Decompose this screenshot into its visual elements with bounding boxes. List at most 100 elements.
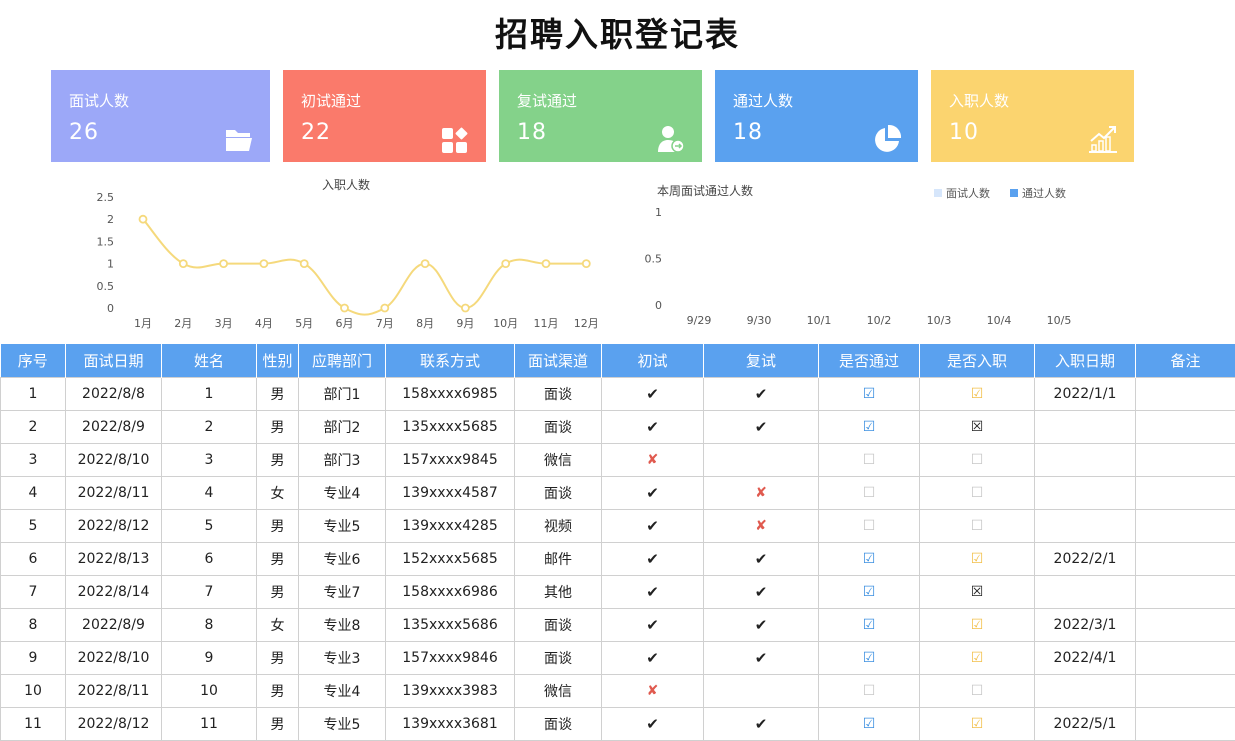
table-cell[interactable]: ☑ xyxy=(920,609,1035,642)
table-cell[interactable] xyxy=(1136,378,1235,411)
table-cell[interactable]: ✔ xyxy=(602,411,704,444)
table-cell[interactable] xyxy=(1035,444,1136,477)
table-cell[interactable]: 男 xyxy=(257,642,299,675)
table-cell[interactable] xyxy=(1035,411,1136,444)
table-cell[interactable]: 1 xyxy=(162,378,257,411)
table-cell[interactable]: 邮件 xyxy=(515,543,602,576)
table-cell[interactable]: ✔ xyxy=(602,609,704,642)
table-cell[interactable]: 3 xyxy=(162,444,257,477)
table-cell[interactable]: 2 xyxy=(1,411,66,444)
table-cell[interactable] xyxy=(1035,576,1136,609)
table-cell[interactable]: 面谈 xyxy=(515,477,602,510)
table-cell[interactable]: ✔ xyxy=(602,543,704,576)
table-cell[interactable]: ✔ xyxy=(704,543,819,576)
table-cell[interactable]: 男 xyxy=(257,708,299,741)
table-cell[interactable]: ☐ xyxy=(819,510,920,543)
table-cell[interactable]: ✘ xyxy=(602,675,704,708)
table-cell[interactable]: 11 xyxy=(1,708,66,741)
table-cell[interactable]: 157xxxx9846 xyxy=(386,642,515,675)
table-cell[interactable]: 面谈 xyxy=(515,708,602,741)
table-cell[interactable]: 男 xyxy=(257,378,299,411)
table-cell[interactable]: 2022/8/9 xyxy=(66,411,162,444)
table-cell[interactable] xyxy=(1136,444,1235,477)
table-cell[interactable] xyxy=(1035,477,1136,510)
table-cell[interactable]: 2022/8/13 xyxy=(66,543,162,576)
table-cell[interactable]: 10 xyxy=(1,675,66,708)
table-cell[interactable]: ☐ xyxy=(920,444,1035,477)
table-cell[interactable]: ✔ xyxy=(602,510,704,543)
table-cell[interactable] xyxy=(1136,411,1235,444)
table-cell[interactable]: ✔ xyxy=(704,642,819,675)
table-cell[interactable]: 2022/8/11 xyxy=(66,477,162,510)
table-cell[interactable] xyxy=(1035,510,1136,543)
table-cell[interactable]: 专业5 xyxy=(299,510,386,543)
table-cell[interactable] xyxy=(1136,708,1235,741)
table-cell[interactable]: ☐ xyxy=(920,477,1035,510)
table-cell[interactable]: 4 xyxy=(162,477,257,510)
table-cell[interactable]: 男 xyxy=(257,510,299,543)
table-cell[interactable]: ☑ xyxy=(819,378,920,411)
table-cell[interactable]: 139xxxx3983 xyxy=(386,675,515,708)
table-cell[interactable]: 7 xyxy=(162,576,257,609)
table-cell[interactable]: 男 xyxy=(257,576,299,609)
table-cell[interactable]: ☐ xyxy=(920,510,1035,543)
table-cell[interactable]: 面谈 xyxy=(515,378,602,411)
table-cell[interactable]: 专业4 xyxy=(299,675,386,708)
table-cell[interactable] xyxy=(1136,675,1235,708)
table-cell[interactable]: ✔ xyxy=(704,708,819,741)
table-cell[interactable] xyxy=(1035,675,1136,708)
table-cell[interactable]: ✔ xyxy=(602,708,704,741)
table-cell[interactable] xyxy=(1136,510,1235,543)
table-cell[interactable]: ☑ xyxy=(819,576,920,609)
table-cell[interactable]: 2022/8/8 xyxy=(66,378,162,411)
table-cell[interactable]: 专业6 xyxy=(299,543,386,576)
table-cell[interactable]: 专业5 xyxy=(299,708,386,741)
table-cell[interactable]: ☐ xyxy=(920,675,1035,708)
table-cell[interactable]: ☐ xyxy=(819,675,920,708)
table-cell[interactable]: 女 xyxy=(257,477,299,510)
table-cell[interactable]: 157xxxx9845 xyxy=(386,444,515,477)
table-cell[interactable]: ☑ xyxy=(819,708,920,741)
table-cell[interactable]: ☑ xyxy=(920,708,1035,741)
table-cell[interactable]: ✘ xyxy=(602,444,704,477)
table-cell[interactable]: 6 xyxy=(162,543,257,576)
table-cell[interactable]: 2022/8/10 xyxy=(66,642,162,675)
table-cell[interactable]: 3 xyxy=(1,444,66,477)
table-cell[interactable] xyxy=(704,444,819,477)
table-cell[interactable]: 9 xyxy=(162,642,257,675)
table-cell[interactable]: ☑ xyxy=(920,642,1035,675)
table-cell[interactable]: 7 xyxy=(1,576,66,609)
table-cell[interactable]: 2022/2/1 xyxy=(1035,543,1136,576)
table-cell[interactable]: ☐ xyxy=(819,444,920,477)
table-cell[interactable]: 男 xyxy=(257,543,299,576)
table-cell[interactable]: ✔ xyxy=(602,642,704,675)
table-cell[interactable]: 女 xyxy=(257,609,299,642)
table-cell[interactable]: 158xxxx6985 xyxy=(386,378,515,411)
table-cell[interactable] xyxy=(1136,543,1235,576)
table-cell[interactable]: 专业7 xyxy=(299,576,386,609)
table-cell[interactable]: 10 xyxy=(162,675,257,708)
table-cell[interactable]: ☑ xyxy=(920,543,1035,576)
table-cell[interactable]: ✔ xyxy=(602,378,704,411)
table-cell[interactable]: ☑ xyxy=(819,411,920,444)
table-cell[interactable]: 男 xyxy=(257,444,299,477)
table-cell[interactable]: ☑ xyxy=(819,543,920,576)
table-cell[interactable]: ☒ xyxy=(920,411,1035,444)
table-cell[interactable]: 2022/8/9 xyxy=(66,609,162,642)
table-cell[interactable]: 139xxxx4285 xyxy=(386,510,515,543)
table-cell[interactable]: 面谈 xyxy=(515,411,602,444)
table-cell[interactable]: 面谈 xyxy=(515,642,602,675)
table-cell[interactable]: 2022/8/10 xyxy=(66,444,162,477)
table-cell[interactable]: 专业4 xyxy=(299,477,386,510)
table-cell[interactable]: 2 xyxy=(162,411,257,444)
table-cell[interactable]: ☑ xyxy=(819,609,920,642)
table-cell[interactable]: 5 xyxy=(1,510,66,543)
table-cell[interactable]: 135xxxx5686 xyxy=(386,609,515,642)
table-cell[interactable]: ☒ xyxy=(920,576,1035,609)
table-cell[interactable]: ✘ xyxy=(704,510,819,543)
table-cell[interactable]: ✘ xyxy=(704,477,819,510)
table-cell[interactable]: 2022/5/1 xyxy=(1035,708,1136,741)
table-cell[interactable]: 1 xyxy=(1,378,66,411)
table-cell[interactable]: ✔ xyxy=(704,411,819,444)
table-cell[interactable]: ✔ xyxy=(704,378,819,411)
